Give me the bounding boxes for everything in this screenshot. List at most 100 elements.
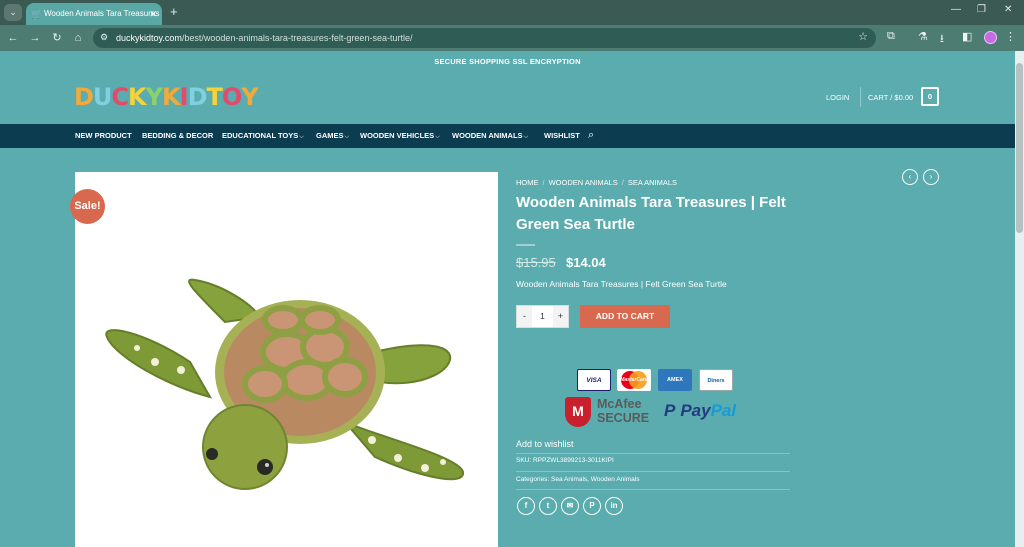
breadcrumb-home[interactable]: HOME <box>516 178 539 187</box>
site-logo[interactable]: DUCKYKIDTOY <box>74 83 259 111</box>
quantity-stepper: - 1 + <box>516 305 569 328</box>
nav-label: NEW PRODUCT <box>75 131 132 140</box>
logo-letter: O <box>221 83 242 111</box>
nav-new-product[interactable]: NEW PRODUCT <box>75 131 132 141</box>
search-icon[interactable]: ⌕ <box>588 129 594 141</box>
facebook-icon[interactable]: f <box>517 497 535 515</box>
nav-wooden-vehicles[interactable]: WOODEN VEHICLES⌵ <box>360 131 440 142</box>
logo-letter: I <box>179 83 189 111</box>
menu-kebab-icon[interactable]: ⋮ <box>1005 30 1016 43</box>
tab-title: Wooden Animals Tara Treasures <box>44 9 160 18</box>
quantity-input[interactable]: 1 <box>532 306 553 327</box>
minimize-icon[interactable]: — <box>951 4 961 15</box>
nav-wooden-animals[interactable]: WOODEN ANIMALS⌵ <box>452 131 528 142</box>
paypal-pay: Pay <box>680 401 711 420</box>
product-sku: SKU: RPPZWL3899213-3011KIPI <box>516 457 614 464</box>
paypal-pal: Pal <box>710 401 737 420</box>
site-info-icon[interactable]: ⚙ <box>100 32 108 43</box>
meta-divider <box>516 489 790 490</box>
chevron-down-icon: ⌵ <box>435 134 440 140</box>
tab-search-icon[interactable]: ⌄ <box>4 4 22 21</box>
window-close-icon[interactable]: ✕ <box>1004 4 1012 15</box>
mastercard-label: MasterCard <box>620 377 648 383</box>
nav-educational-toys[interactable]: EDUCATIONAL TOYS⌵ <box>222 131 304 142</box>
nav-label: WOODEN VEHICLES <box>360 131 435 140</box>
cart-count-icon[interactable]: 0 <box>921 87 939 106</box>
forward-icon[interactable]: → <box>28 30 42 46</box>
logo-letter: Y <box>145 83 163 111</box>
cart-favicon-icon: 🛒 <box>31 9 43 19</box>
breadcrumb-sea-animals[interactable]: SEA ANIMALS <box>628 178 677 187</box>
reload-icon[interactable]: ↻ <box>50 30 64 46</box>
page-scrollbar[interactable] <box>1015 51 1024 547</box>
mastercard-card-icon: MasterCard <box>617 369 651 391</box>
nav-bedding-decor[interactable]: BEDDING & DECOR <box>142 131 213 141</box>
browser-tab[interactable]: 🛒 Wooden Animals Tara Treasures ✕ <box>26 3 162 25</box>
address-bar[interactable]: ⚙ duckykidtoy.com/best/wooden-animals-ta… <box>93 28 876 48</box>
scrollbar-thumb[interactable] <box>1016 63 1023 233</box>
home-icon[interactable]: ⌂ <box>71 30 85 46</box>
url-host: duckykidtoy.com <box>116 33 182 43</box>
bookmark-star-icon[interactable]: ☆ <box>858 30 868 43</box>
browser-toolbar: ← → ↻ ⌂ ⚙ duckykidtoy.com/best/wooden-an… <box>0 25 1024 51</box>
nav-label: WISHLIST <box>544 131 580 140</box>
twitter-icon[interactable]: t <box>539 497 557 515</box>
quantity-minus-button[interactable]: - <box>517 306 532 327</box>
price-original: $15.95 <box>516 255 556 270</box>
add-to-cart-button[interactable]: ADD TO CART <box>580 305 670 328</box>
browser-tabstrip: ⌄ 🛒 Wooden Animals Tara Treasures ✕ + — … <box>0 0 1024 25</box>
logo-letter: C <box>111 83 129 111</box>
product-image[interactable] <box>75 172 498 547</box>
linkedin-icon[interactable]: in <box>605 497 623 515</box>
price-sale: $14.04 <box>566 255 606 270</box>
logo-letter: T <box>206 83 223 111</box>
email-icon[interactable]: ✉ <box>561 497 579 515</box>
profile-avatar[interactable] <box>984 31 997 44</box>
product-title: Wooden Animals Tara Treasures | Felt Gre… <box>516 194 786 233</box>
chevron-down-icon: ⌵ <box>299 134 304 140</box>
new-tab-button[interactable]: + <box>170 4 178 20</box>
logo-letter: Y <box>241 83 258 111</box>
mcafee-secure-badge: M McAfee SECURE <box>565 396 657 428</box>
product-short-description: Wooden Animals Tara Treasures | Felt Gre… <box>516 279 727 289</box>
main-nav: NEW PRODUCT BEDDING & DECOR EDUCATIONAL … <box>0 124 1015 148</box>
login-link[interactable]: LOGIN <box>826 93 849 102</box>
product-categories[interactable]: Categories: Sea Animals, Wooden Animals <box>516 476 639 483</box>
chevron-down-icon: ⌵ <box>344 134 350 140</box>
breadcrumb: HOME / WOODEN ANIMALS / SEA ANIMALS <box>516 178 677 187</box>
downloads-icon[interactable]: ⭳ <box>940 30 944 49</box>
paypal-icon: P <box>664 401 676 420</box>
sidepanel-icon[interactable]: ◧ <box>962 30 972 43</box>
mcafee-name: McAfee <box>597 397 642 411</box>
mcafee-shield-icon: M <box>565 397 591 427</box>
prev-product-icon[interactable]: ‹ <box>902 169 918 185</box>
nav-label: EDUCATIONAL TOYS <box>222 131 299 140</box>
nav-games[interactable]: GAMES⌵ <box>316 131 349 142</box>
logo-letter: D <box>187 83 208 111</box>
mcafee-text: McAfee SECURE <box>597 397 649 425</box>
nav-wishlist[interactable]: WISHLIST <box>544 131 580 141</box>
sale-badge: Sale! <box>70 189 105 224</box>
lab-flask-icon[interactable]: ⚗ <box>918 30 928 43</box>
nav-label: WOODEN ANIMALS <box>452 131 523 140</box>
paypal-logo: P PayPal <box>664 401 736 421</box>
restore-icon[interactable]: ❐ <box>977 4 986 15</box>
nav-label: BEDDING & DECOR <box>142 131 214 140</box>
close-tab-icon[interactable]: ✕ <box>149 3 157 25</box>
cart-link[interactable]: CART / $0.00 <box>868 93 913 102</box>
quantity-plus-button[interactable]: + <box>553 306 568 327</box>
meta-divider <box>516 453 790 454</box>
next-product-icon[interactable]: › <box>923 169 939 185</box>
meta-divider <box>516 471 790 472</box>
breadcrumb-wooden-animals[interactable]: WOODEN ANIMALS <box>549 178 618 187</box>
url-text: duckykidtoy.com/best/wooden-animals-tara… <box>116 28 412 48</box>
logo-letter: K <box>128 83 147 111</box>
pinterest-icon[interactable]: P <box>583 497 601 515</box>
url-path: /best/wooden-animals-tara-treasures-felt… <box>181 33 413 43</box>
back-icon[interactable]: ← <box>6 30 20 46</box>
logo-letter: D <box>74 83 94 111</box>
sea-turtle-illustration <box>105 278 464 490</box>
add-to-wishlist-link[interactable]: Add to wishlist <box>516 439 574 449</box>
extensions-icon[interactable]: ⧉ <box>887 30 895 43</box>
logo-letter: U <box>92 83 112 111</box>
